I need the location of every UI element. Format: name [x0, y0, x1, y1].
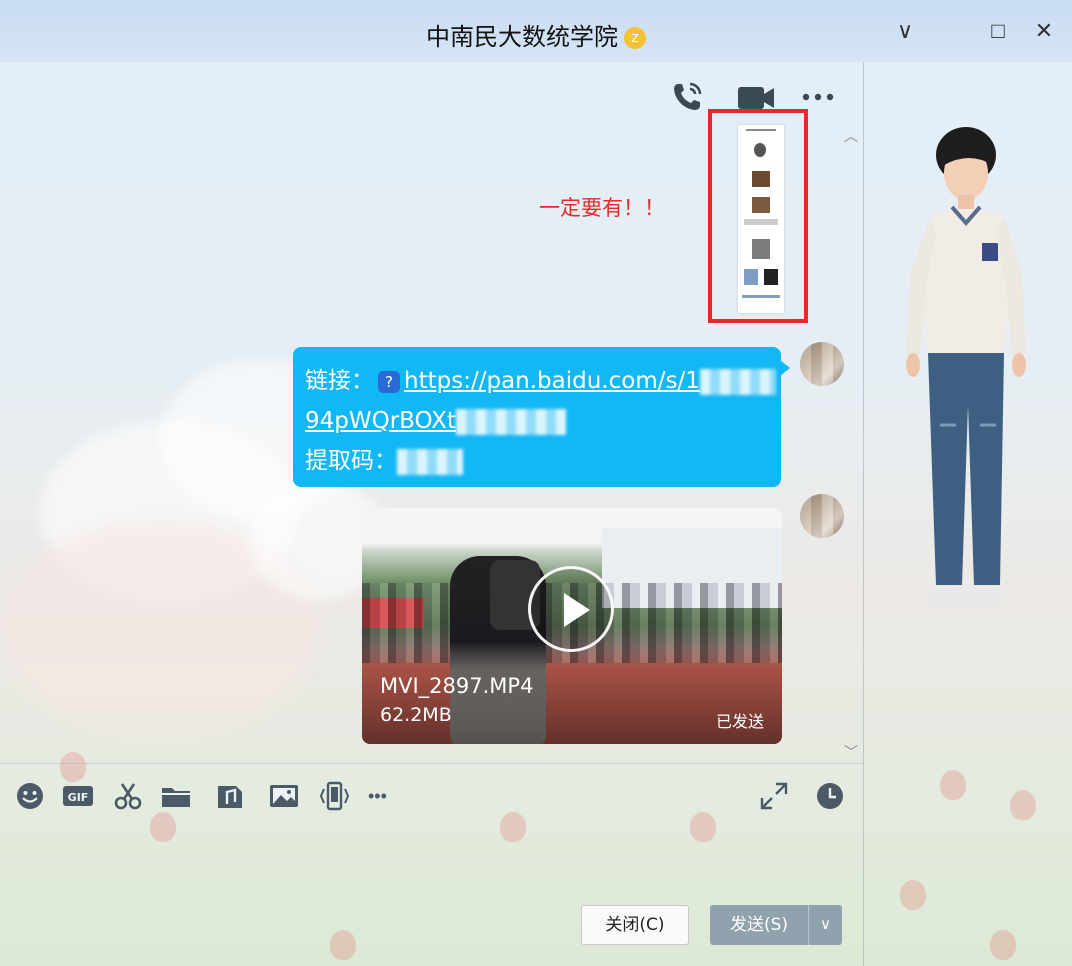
gif-icon: GIF [63, 786, 93, 806]
close-button[interactable]: 关闭(C) [581, 905, 689, 945]
emoji-button[interactable] [14, 780, 46, 812]
redacted-text [699, 368, 776, 395]
screenshot-button[interactable] [112, 780, 144, 812]
title-bar: 中南民大数统学院 z ∨ □ ✕ [0, 0, 1072, 62]
sender-avatar[interactable] [800, 342, 844, 386]
redacted-text [455, 408, 566, 435]
link-label: 链接： [305, 368, 374, 394]
background-flower [60, 752, 86, 782]
expand-input-button[interactable] [758, 780, 790, 812]
music-share-button[interactable] [214, 780, 246, 812]
image-icon [270, 785, 298, 807]
link-line-continued: 94pWQrBOXt [305, 401, 769, 441]
play-icon[interactable] [528, 566, 614, 652]
phone-icon [674, 82, 702, 110]
highlighted-image-message[interactable] [708, 109, 808, 323]
side-panel-divider [863, 62, 864, 966]
video-filename: MVI_2897.MP4 [380, 674, 534, 698]
video-filesize: 62.2MB [380, 704, 452, 726]
background-flower [940, 770, 966, 800]
share-link-continued[interactable]: 94pWQrBOXt [305, 408, 456, 434]
maximize-button[interactable]: □ [983, 16, 1013, 46]
send-options-dropdown[interactable]: ∨ [808, 905, 842, 945]
voice-call-button[interactable] [670, 80, 706, 114]
input-divider [0, 763, 863, 764]
vip-badge-icon: z [624, 27, 646, 49]
background-flower [690, 812, 716, 842]
background-flower [150, 812, 176, 842]
screen-share-button[interactable] [318, 780, 350, 812]
shield-icon: ? [378, 370, 400, 393]
sender-avatar[interactable] [800, 494, 844, 538]
svg-text:GIF: GIF [68, 791, 89, 804]
scroll-up-arrow[interactable]: ︿ [844, 126, 858, 146]
scroll-down-arrow[interactable]: ﹀ [844, 742, 858, 762]
annotation-text: 一定要有！！ [539, 196, 665, 220]
device-shake-icon [319, 781, 350, 811]
link-line: 链接：? https://pan.baidu.com/s/1 [305, 361, 776, 401]
link-message-bubble[interactable]: 链接：? https://pan.baidu.com/s/1 94pWQrBOXt… [293, 347, 781, 487]
background-flower [500, 812, 526, 842]
background-flower [900, 880, 926, 910]
minimize-button[interactable]: ∨ [890, 16, 920, 46]
bubble-tail [780, 360, 790, 376]
gif-button[interactable]: GIF [62, 780, 94, 812]
video-status: 已发送 [715, 712, 764, 731]
video-message-card[interactable]: MVI_2897.MP4 62.2MB 已发送 [362, 508, 782, 744]
code-line: 提取码： [305, 441, 769, 481]
avatar-character-illustration [906, 127, 1026, 610]
folder-icon [162, 788, 190, 807]
chat-window: 中南民大数统学院 z ∨ □ ✕ ︿ ﹀ 一定要有！！ 链接： ? https:… [0, 0, 1072, 966]
scissors-icon [114, 783, 142, 810]
send-file-button[interactable] [160, 780, 192, 812]
send-image-button[interactable] [268, 780, 300, 812]
send-button[interactable]: 发送(S) [710, 905, 808, 945]
history-button[interactable] [814, 780, 846, 812]
more-tools-button[interactable]: ••• [368, 780, 400, 812]
poster-thumbnail[interactable] [738, 125, 784, 313]
background-flower [1010, 790, 1036, 820]
emoji-icon [17, 783, 43, 809]
share-link[interactable]: https://pan.baidu.com/s/1 [404, 368, 700, 394]
background-flower [990, 930, 1016, 960]
close-window-button[interactable]: ✕ [1029, 16, 1059, 46]
background-flower [330, 930, 356, 960]
music-icon [218, 786, 242, 808]
redacted-text [397, 448, 463, 475]
expand-icon [760, 782, 788, 810]
clock-icon [817, 783, 843, 809]
extract-code-label: 提取码： [305, 448, 397, 474]
